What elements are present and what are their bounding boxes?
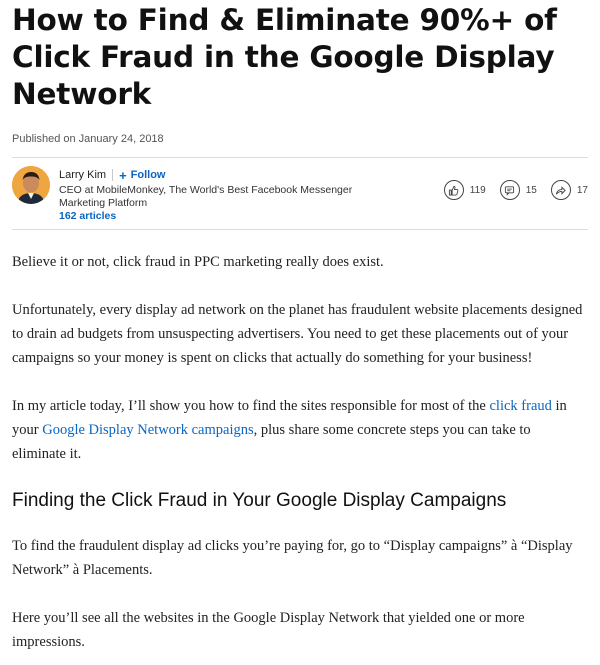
avatar[interactable]	[12, 166, 50, 204]
section-heading: Finding the Click Fraud in Your Google D…	[12, 490, 507, 511]
article: How to Find & Eliminate 90%+ of Click Fr…	[12, 0, 588, 654]
thumbs-up-icon	[443, 180, 464, 200]
like-count: 119	[469, 184, 486, 196]
published-date: Published on January 24, 2018	[12, 133, 164, 145]
like-button[interactable]: 119	[443, 180, 486, 200]
comment-icon	[499, 180, 520, 200]
divider	[12, 229, 588, 230]
author-name[interactable]: Larry Kim	[59, 169, 106, 181]
article-title: How to Find & Eliminate 90%+ of Click Fr…	[12, 3, 557, 111]
plus-icon: +	[119, 167, 127, 183]
author-name-line: Larry Kim + Follow	[59, 168, 419, 183]
follow-label: Follow	[130, 169, 166, 181]
share-arrow-icon	[550, 180, 571, 200]
separator	[112, 169, 114, 181]
author-articles-link[interactable]: 162 articles	[59, 210, 419, 222]
paragraph-text: In my article today, I’ll show you how t…	[12, 398, 490, 414]
follow-button[interactable]: + Follow	[119, 168, 165, 183]
comment-count: 15	[525, 184, 537, 196]
comment-button[interactable]: 15	[499, 180, 537, 200]
avatar-portrait-icon	[12, 166, 50, 204]
author-headline: CEO at MobileMonkey, The World's Best Fa…	[59, 184, 353, 209]
article-body: Believe it or not, click fraud in PPC ma…	[12, 250, 588, 654]
click-fraud-link[interactable]: click fraud	[489, 398, 551, 414]
google-display-network-link[interactable]: Google Display Network campaigns	[42, 422, 253, 438]
paragraph: Believe it or not, click fraud in PPC ma…	[12, 254, 384, 270]
author-row: Larry Kim + Follow CEO at MobileMonkey, …	[12, 158, 588, 229]
paragraph: Here you’ll see all the websites in the …	[12, 610, 525, 650]
share-count: 17	[576, 184, 588, 196]
paragraph: To find the fraudulent display ad clicks…	[12, 538, 573, 578]
author-info: Larry Kim + Follow CEO at MobileMonkey, …	[59, 168, 419, 223]
paragraph: In my article today, I’ll show you how t…	[12, 394, 588, 466]
social-actions: 119 15 17	[430, 180, 588, 200]
share-button[interactable]: 17	[550, 180, 588, 200]
paragraph: Unfortunately, every display ad network …	[12, 302, 583, 366]
